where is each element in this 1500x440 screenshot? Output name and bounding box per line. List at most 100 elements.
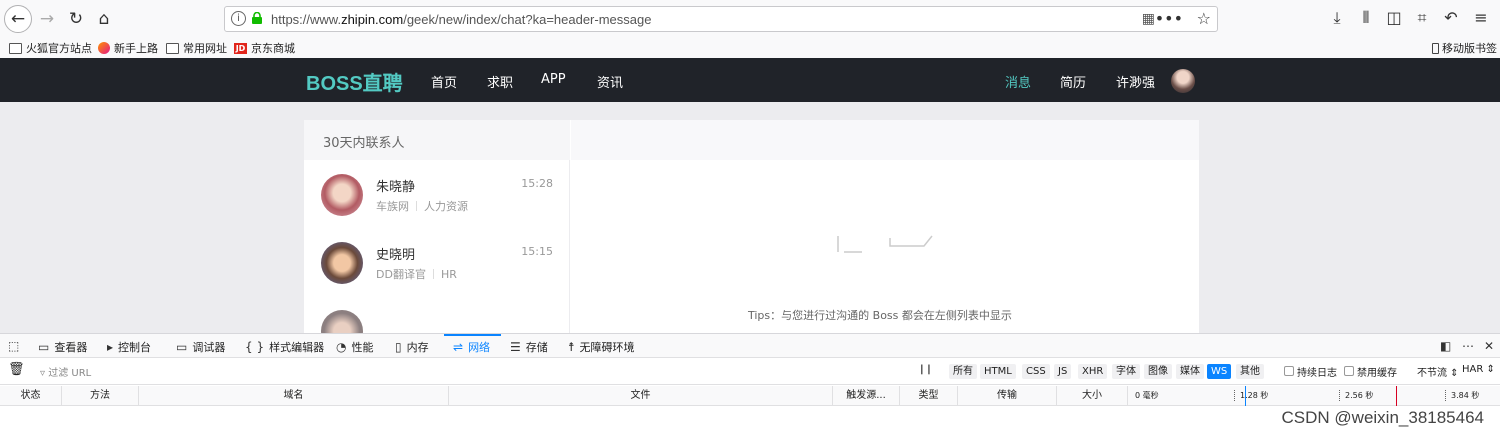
mobile-bookmarks[interactable]: 移动版书签 [1432, 40, 1497, 56]
contact-company: 车族网 人力资源 [376, 200, 468, 213]
filter-css[interactable]: CSS [1022, 364, 1050, 379]
load-marker [1396, 386, 1397, 406]
col-size[interactable]: 大小 [1057, 386, 1128, 406]
bookmark-item[interactable]: 常用网址 [166, 40, 227, 56]
col-transferred[interactable]: 传输 [958, 386, 1057, 406]
disable-cache-checkbox[interactable] [1344, 366, 1354, 376]
home-icon[interactable]: ⌂ [90, 5, 118, 33]
url-bar[interactable]: i https://www.zhipin.com/geek/new/index/… [224, 6, 1218, 32]
screenshot-icon[interactable]: ⌗ [1411, 8, 1433, 28]
col-type[interactable]: 类型 [900, 386, 958, 406]
back-arrow-icon[interactable]: ← [4, 5, 32, 33]
network-filter-bar: 🗑 ▿ 过滤 URL | | 所有 HTML CSS JS XHR 字体 图像 … [0, 359, 1500, 385]
dom-content-loaded-marker [1245, 386, 1246, 406]
bookmark-item[interactable]: JD 京东商城 [234, 40, 295, 56]
tab-performance[interactable]: ◔ 性能 [336, 339, 373, 355]
contact-item[interactable]: 史晓明 15:15 DD翻译官 HR [304, 242, 570, 310]
timeline-tick: 3.84 秒 [1445, 390, 1479, 401]
persist-log-label: 持续日志 [1297, 368, 1337, 379]
filter-url-input[interactable]: ▿ 过滤 URL [40, 364, 91, 379]
throttle-select[interactable]: 不节流 ⇕ [1417, 364, 1459, 379]
contact-time: 15:15 [521, 245, 553, 258]
contact-item[interactable]: 朱晓静 15:28 车族网 人力资源 [304, 174, 570, 242]
storage-icon: ☰ [510, 340, 521, 354]
filter-html[interactable]: HTML [980, 364, 1016, 379]
phone-icon [1432, 42, 1439, 54]
site-logo[interactable]: BOSS直聘 [306, 67, 403, 96]
library-icon[interactable]: ⫴ [1355, 8, 1377, 28]
tab-inspector[interactable]: ▭ 查看器 [38, 339, 87, 355]
undo-icon[interactable]: ↶ [1440, 8, 1462, 27]
tab-accessibility[interactable]: ☨ 无障碍环境 [568, 339, 635, 355]
filter-fonts[interactable]: 字体 [1112, 364, 1140, 379]
sidebar-icon[interactable]: ◫ [1383, 8, 1405, 27]
memory-icon: ▯ [395, 340, 402, 354]
nav-news[interactable]: 资讯 [597, 72, 623, 91]
dock-icon[interactable]: ◧ [1440, 339, 1456, 353]
tab-style-editor[interactable]: { } 样式编辑器 [245, 339, 324, 355]
col-domain[interactable]: 域名 [139, 386, 449, 406]
nav-home[interactable]: 首页 [431, 72, 457, 91]
empty-tips-text: Tips：与您进行过沟通的 Boss 都会在左侧列表中显示 [748, 309, 1012, 322]
bookmark-item[interactable]: 新手上路 [98, 40, 158, 56]
contact-avatar [321, 310, 363, 333]
col-cause[interactable]: 触发源... [833, 386, 900, 406]
col-file[interactable]: 文件 [449, 386, 833, 406]
contact-item[interactable] [304, 310, 570, 333]
contact-name: 史晓明 [376, 248, 416, 263]
filter-media[interactable]: 媒体 [1176, 364, 1204, 379]
devtools-tabbar: ⬚ ▭ 查看器 ▸ 控制台 ▭ 调试器 { } 样式编辑器 ◔ 性能 ▯ 内存 ⇌ 网络 ☰ 存… [0, 334, 1500, 358]
tab-network[interactable]: ⇌ 网络 [453, 339, 490, 355]
pick-element-icon[interactable]: ⬚ [8, 339, 24, 353]
forward-arrow-icon[interactable]: → [33, 5, 61, 33]
filter-ws[interactable]: WS [1207, 364, 1232, 379]
info-icon[interactable]: i [231, 11, 246, 26]
filter-js[interactable]: JS [1054, 364, 1072, 379]
timeline-tick: 2.56 秒 [1339, 390, 1373, 401]
active-tab-indicator [444, 334, 501, 336]
page-actions-icon[interactable]: ••• [1155, 9, 1183, 28]
close-icon[interactable]: ✕ [1484, 339, 1499, 353]
bookmark-star-icon[interactable]: ☆ [1197, 9, 1211, 28]
accessibility-icon: ☨ [568, 340, 575, 354]
trash-icon[interactable]: 🗑 [8, 362, 25, 377]
filter-all[interactable]: 所有 [949, 364, 977, 379]
nav-username[interactable]: 许渺强 [1116, 72, 1155, 91]
har-menu[interactable]: HAR ⇕ [1462, 364, 1495, 375]
reload-icon[interactable]: ↻ [62, 5, 90, 33]
nav-resume[interactable]: 简历 [1060, 72, 1086, 91]
filter-xhr[interactable]: XHR [1078, 364, 1108, 379]
jd-logo-icon: JD [234, 42, 247, 54]
firefox-icon [98, 42, 110, 54]
network-column-header: 状态 方法 域名 文件 触发源... 类型 传输 大小 0 毫秒 1.28 秒 … [0, 386, 1500, 406]
filter-other[interactable]: 其他 [1236, 364, 1264, 379]
tab-memory[interactable]: ▯ 内存 [395, 339, 429, 355]
col-method[interactable]: 方法 [62, 386, 139, 406]
timeline-tick: 1.28 秒 [1234, 390, 1268, 401]
bookmark-item[interactable]: 火狐官方站点 [9, 40, 92, 56]
nav-jobs[interactable]: 求职 [487, 72, 513, 91]
menu-icon[interactable]: ≡ [1470, 8, 1492, 27]
contact-list-header: 30天内联系人 [304, 120, 570, 160]
pause-icon[interactable]: | | [920, 364, 931, 375]
persist-log-checkbox[interactable] [1284, 366, 1294, 376]
empty-chat-illustration [837, 235, 933, 253]
download-icon[interactable]: ⤓ [1326, 8, 1348, 28]
inspector-icon: ▭ [38, 340, 50, 354]
nav-app[interactable]: APP [541, 72, 566, 87]
tab-console[interactable]: ▸ 控制台 [107, 339, 151, 355]
disable-cache-label: 禁用缓存 [1357, 368, 1397, 379]
folder-icon [166, 42, 179, 54]
csdn-watermark: CSDN @weixin_38185464 [1281, 408, 1484, 427]
nav-messages[interactable]: 消息 [1005, 72, 1031, 91]
tab-debugger[interactable]: ▭ 调试器 [176, 339, 225, 355]
contact-list: 30天内联系人 朱晓静 15:28 车族网 人力资源 史晓明 15:15 DD翻译… [304, 120, 570, 333]
user-avatar[interactable] [1171, 69, 1195, 93]
col-status[interactable]: 状态 [0, 386, 62, 406]
filter-images[interactable]: 图像 [1144, 364, 1172, 379]
braces-icon: { } [245, 340, 265, 354]
tab-storage[interactable]: ☰ 存储 [510, 339, 548, 355]
qr-code-icon[interactable]: ▦ [1142, 11, 1155, 27]
more-options-icon[interactable]: ⋯ [1462, 339, 1479, 353]
conversation-header [571, 120, 1199, 160]
